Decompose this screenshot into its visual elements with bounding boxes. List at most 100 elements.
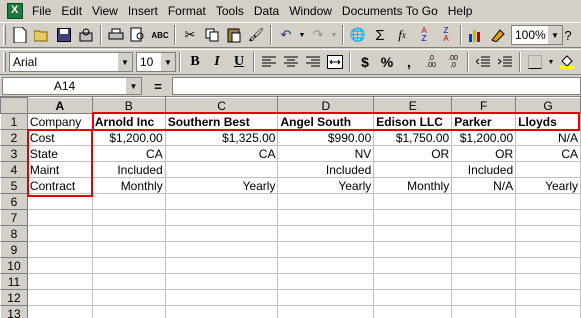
cell-d11[interactable] xyxy=(277,273,375,290)
cell-b2[interactable]: $1,200.00 xyxy=(91,129,166,146)
cell-g6[interactable] xyxy=(515,193,581,210)
cell-b7[interactable] xyxy=(91,209,166,226)
cell-g1[interactable]: Lloyds xyxy=(515,113,581,130)
chevron-down-icon[interactable]: ▼ xyxy=(126,78,141,94)
cell-b13[interactable] xyxy=(91,305,166,318)
cell-f13[interactable] xyxy=(451,305,517,318)
menu-tools[interactable]: Tools xyxy=(211,2,249,20)
cell-g4[interactable] xyxy=(515,161,581,178)
cell-f4[interactable]: Included xyxy=(451,161,517,178)
cell-a6[interactable] xyxy=(26,193,93,210)
row-header[interactable]: 4 xyxy=(0,161,28,178)
decrease-indent-icon[interactable] xyxy=(472,51,494,73)
cell-b5[interactable]: Monthly xyxy=(91,177,166,194)
cell-c10[interactable] xyxy=(164,257,279,274)
sort-ascending-icon[interactable]: AZ xyxy=(413,24,435,46)
cell-d5[interactable]: Yearly xyxy=(277,177,375,194)
menu-window[interactable]: Window xyxy=(284,2,337,20)
column-header-f[interactable]: F xyxy=(451,97,517,114)
cell-d9[interactable] xyxy=(277,241,375,258)
cell-c11[interactable] xyxy=(164,273,279,290)
cell-f7[interactable] xyxy=(451,209,517,226)
cell-f12[interactable] xyxy=(451,289,517,306)
cell-g9[interactable] xyxy=(515,241,581,258)
cell-b10[interactable] xyxy=(91,257,166,274)
cell-e3[interactable]: OR xyxy=(373,145,453,162)
cell-e13[interactable] xyxy=(373,305,453,318)
cell-a8[interactable] xyxy=(26,225,93,242)
cell-f10[interactable] xyxy=(451,257,517,274)
row-header[interactable]: 6 xyxy=(0,193,28,210)
row-header[interactable]: 1 xyxy=(0,113,28,130)
column-header-g[interactable]: G xyxy=(515,97,581,114)
cell-e5[interactable]: Monthly xyxy=(373,177,453,194)
cell-e9[interactable] xyxy=(373,241,453,258)
cell-b9[interactable] xyxy=(91,241,166,258)
row-header[interactable]: 9 xyxy=(0,241,28,258)
font-select[interactable]: Arial ▼ xyxy=(9,52,133,72)
borders-dropdown-icon[interactable]: ▼ xyxy=(546,51,556,73)
menu-documents-to-go[interactable]: Documents To Go xyxy=(337,2,443,20)
row-header[interactable]: 2 xyxy=(0,129,28,146)
cell-c6[interactable] xyxy=(164,193,279,210)
cell-a11[interactable] xyxy=(26,273,93,290)
cell-f1[interactable]: Parker xyxy=(451,113,517,130)
row-header[interactable]: 13 xyxy=(0,305,28,318)
decrease-decimal-icon[interactable]: .00,0 xyxy=(442,51,464,73)
cell-c1[interactable]: Southern Best xyxy=(164,113,279,130)
sort-descending-icon[interactable]: ZA xyxy=(435,24,457,46)
cell-a10[interactable] xyxy=(26,257,93,274)
column-header-b[interactable]: B xyxy=(91,97,166,114)
cell-d7[interactable] xyxy=(277,209,375,226)
redo-dropdown-icon[interactable]: ▼ xyxy=(329,24,339,46)
row-header[interactable]: 8 xyxy=(0,225,28,242)
cell-b11[interactable] xyxy=(91,273,166,290)
cell-b12[interactable] xyxy=(91,289,166,306)
row-header[interactable]: 3 xyxy=(0,145,28,162)
menu-data[interactable]: Data xyxy=(249,2,284,20)
select-all-corner[interactable] xyxy=(0,97,28,114)
cell-g12[interactable] xyxy=(515,289,581,306)
row-header[interactable]: 12 xyxy=(0,289,28,306)
cell-e2[interactable]: $1,750.00 xyxy=(373,129,453,146)
menu-insert[interactable]: Insert xyxy=(123,2,163,20)
hyperlink-icon[interactable]: 🌐 xyxy=(347,24,369,46)
chevron-down-icon[interactable]: ▼ xyxy=(160,53,175,71)
new-icon[interactable] xyxy=(9,24,31,46)
menu-view[interactable]: View xyxy=(87,2,123,20)
paste-icon[interactable] xyxy=(223,24,245,46)
cell-g7[interactable] xyxy=(515,209,581,226)
format-painter-icon[interactable]: 🖌 xyxy=(245,24,267,46)
cell-f2[interactable]: $1,200.00 xyxy=(451,129,517,146)
cell-g8[interactable] xyxy=(515,225,581,242)
chevron-down-icon[interactable]: ▼ xyxy=(117,53,132,71)
cell-a12[interactable] xyxy=(26,289,93,306)
cell-e6[interactable] xyxy=(373,193,453,210)
permission-icon[interactable] xyxy=(75,24,97,46)
cell-a5[interactable]: Contract xyxy=(26,177,93,194)
cell-f11[interactable] xyxy=(451,273,517,290)
align-right-icon[interactable] xyxy=(302,51,324,73)
chart-wizard-icon[interactable] xyxy=(465,24,487,46)
cut-icon[interactable]: ✂ xyxy=(179,24,201,46)
function-icon[interactable]: fx xyxy=(391,24,413,46)
cell-a13[interactable] xyxy=(26,305,93,318)
menu-edit[interactable]: Edit xyxy=(56,2,87,20)
cell-g11[interactable] xyxy=(515,273,581,290)
row-header[interactable]: 11 xyxy=(0,273,28,290)
redo-icon[interactable]: ↷ xyxy=(307,24,329,46)
cell-f6[interactable] xyxy=(451,193,517,210)
cell-d12[interactable] xyxy=(277,289,375,306)
currency-icon[interactable]: $ xyxy=(354,51,376,73)
open-icon[interactable] xyxy=(31,24,53,46)
cell-a3[interactable]: State xyxy=(26,145,93,162)
cell-c13[interactable] xyxy=(164,305,279,318)
cell-f3[interactable]: OR xyxy=(451,145,517,162)
print-icon[interactable] xyxy=(105,24,127,46)
underline-button[interactable]: U xyxy=(228,51,250,73)
cell-d10[interactable] xyxy=(277,257,375,274)
cell-b4[interactable]: Included xyxy=(91,161,166,178)
zoom-select[interactable]: 100% ▼ xyxy=(511,25,563,45)
cell-a9[interactable] xyxy=(26,241,93,258)
column-header-a[interactable]: A xyxy=(26,97,93,114)
